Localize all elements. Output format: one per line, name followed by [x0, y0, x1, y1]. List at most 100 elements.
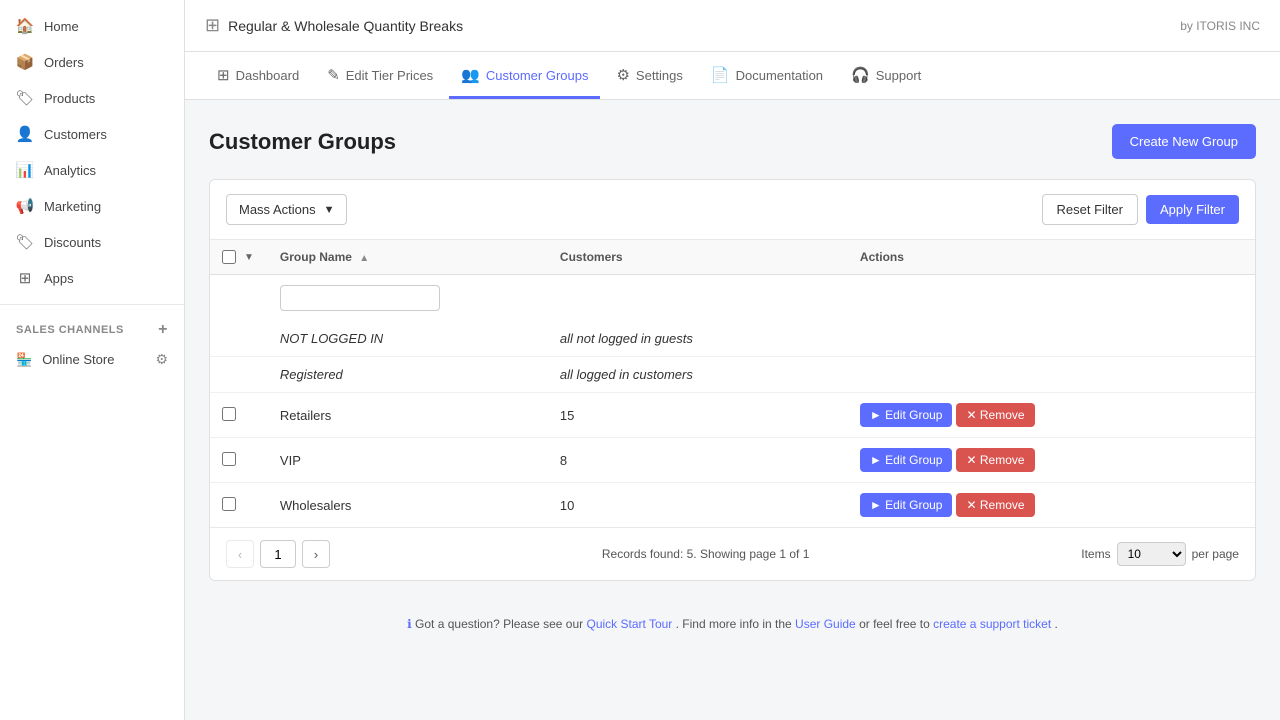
settings-tab-icon: ⚙: [616, 66, 629, 84]
sidebar-divider: [0, 304, 184, 305]
th-actions: Actions: [848, 240, 1255, 275]
tab-support[interactable]: 🎧 Support: [839, 52, 933, 99]
online-store-left: 🏪 Online Store: [16, 352, 114, 368]
pagination-bar: ‹ › Records found: 5. Showing page 1 of …: [210, 527, 1255, 580]
remove-group-button[interactable]: ✕ Remove: [956, 403, 1034, 427]
filter-row-actions-cell: [848, 275, 1255, 322]
sidebar: 🏠 Home 📦 Orders 🏷 Products 👤 Customers 📊…: [0, 0, 185, 720]
row-actions-cell: ► Edit Group✕ Remove: [848, 393, 1255, 438]
select-all-checkbox[interactable]: [222, 250, 236, 264]
online-store-gear-icon[interactable]: ⚙: [155, 351, 168, 368]
edit-group-button[interactable]: ► Edit Group: [860, 403, 953, 427]
customers-icon: 👤: [16, 125, 34, 143]
per-page-label: per page: [1192, 547, 1239, 561]
tab-dashboard[interactable]: ⊞ Dashboard: [205, 52, 311, 99]
pagination-prev-button[interactable]: ‹: [226, 540, 254, 568]
select-all-dropdown-icon[interactable]: ▼: [242, 252, 256, 263]
table-filter-row: [210, 275, 1255, 322]
row-group-name: VIP: [268, 438, 548, 483]
filter-row-checkbox-cell: [210, 275, 268, 322]
remove-group-button[interactable]: ✕ Remove: [956, 448, 1034, 472]
orders-icon: 📦: [16, 53, 34, 71]
footer-user-guide-link[interactable]: User Guide: [795, 617, 856, 631]
sidebar-item-apps[interactable]: ⊞ Apps: [0, 260, 184, 296]
sales-channels-header: SALES CHANNELS +: [0, 313, 184, 343]
sidebar-item-customers[interactable]: 👤 Customers: [0, 116, 184, 152]
row-actions-cell: ► Edit Group✕ Remove: [848, 483, 1255, 528]
th-group-name[interactable]: Group Name ▲: [268, 240, 548, 275]
sidebar-item-label: Apps: [44, 271, 74, 286]
sidebar-item-label: Discounts: [44, 235, 101, 250]
items-label: Items: [1081, 547, 1110, 561]
online-store-label: Online Store: [42, 352, 114, 367]
tab-dashboard-label: Dashboard: [236, 68, 300, 83]
sidebar-item-home[interactable]: 🏠 Home: [0, 8, 184, 44]
row-customers: all logged in customers: [548, 357, 848, 393]
remove-group-button[interactable]: ✕ Remove: [956, 493, 1034, 517]
apps-icon: ⊞: [16, 269, 34, 287]
header-checkbox-wrap: ▼: [222, 250, 256, 264]
filter-row-group-name-cell: [268, 275, 548, 322]
per-page-select[interactable]: 102050100: [1117, 542, 1186, 566]
analytics-icon: 📊: [16, 161, 34, 179]
sidebar-item-discounts[interactable]: 🏷 Discounts: [0, 224, 184, 260]
tab-documentation[interactable]: 📄 Documentation: [699, 52, 835, 99]
mass-actions-chevron-icon: ▼: [324, 204, 335, 216]
sidebar-item-products[interactable]: 🏷 Products: [0, 80, 184, 116]
customer-groups-tab-icon: 👥: [461, 66, 480, 84]
sidebar-item-label: Home: [44, 19, 79, 34]
filter-bar: Mass Actions ▼ Reset Filter Apply Filter: [210, 180, 1255, 240]
sidebar-item-analytics[interactable]: 📊 Analytics: [0, 152, 184, 188]
tab-settings[interactable]: ⚙ Settings: [604, 52, 694, 99]
sales-channels-label: SALES CHANNELS: [16, 324, 124, 336]
row-checkbox[interactable]: [222, 452, 236, 466]
edit-group-button[interactable]: ► Edit Group: [860, 493, 953, 517]
filter-row-customers-cell: [548, 275, 848, 322]
products-icon: 🏷: [16, 89, 34, 107]
app-logo-icon: ⊞: [205, 15, 220, 36]
mass-actions-button[interactable]: Mass Actions ▼: [226, 194, 347, 225]
reset-filter-button[interactable]: Reset Filter: [1042, 194, 1138, 225]
table-row: NOT LOGGED INall not logged in guests: [210, 321, 1255, 357]
mass-actions-label: Mass Actions: [239, 202, 316, 217]
edit-group-button[interactable]: ► Edit Group: [860, 448, 953, 472]
customer-groups-table: ▼ Group Name ▲ Customers Actions: [210, 240, 1255, 527]
documentation-tab-icon: 📄: [711, 66, 730, 84]
pagination-records-text: Records found: 5. Showing page 1 of 1: [602, 547, 809, 561]
footer-text-before-link3: or feel free to: [859, 617, 933, 631]
table-header-row: ▼ Group Name ▲ Customers Actions: [210, 240, 1255, 275]
page-number-input[interactable]: [260, 540, 296, 568]
sidebar-item-online-store[interactable]: 🏪 Online Store ⚙: [0, 343, 184, 376]
sidebar-item-marketing[interactable]: 📢 Marketing: [0, 188, 184, 224]
row-checkbox-cell: [210, 357, 268, 393]
pagination-right: Items 102050100 per page: [1081, 542, 1239, 566]
topbar-left: ⊞ Regular & Wholesale Quantity Breaks: [205, 15, 463, 36]
row-checkbox[interactable]: [222, 407, 236, 421]
th-checkbox: ▼: [210, 240, 268, 275]
group-name-search-input[interactable]: [280, 285, 440, 311]
sidebar-item-label: Analytics: [44, 163, 96, 178]
create-new-group-button[interactable]: Create New Group: [1112, 124, 1256, 159]
row-checkbox-cell: [210, 438, 268, 483]
th-customers: Customers: [548, 240, 848, 275]
apply-filter-button[interactable]: Apply Filter: [1146, 195, 1239, 224]
footer-quick-start-link[interactable]: Quick Start Tour: [586, 617, 672, 631]
group-name-sort-icon: ▲: [359, 253, 369, 264]
tab-edit-tier-prices[interactable]: ✎ Edit Tier Prices: [315, 52, 445, 99]
sidebar-item-orders[interactable]: 📦 Orders: [0, 44, 184, 80]
table-row: VIP8► Edit Group✕ Remove: [210, 438, 1255, 483]
row-checkbox-cell: [210, 321, 268, 357]
th-actions-label: Actions: [860, 250, 904, 264]
home-icon: 🏠: [16, 17, 34, 35]
add-sales-channel-icon[interactable]: +: [158, 321, 168, 339]
tab-settings-label: Settings: [636, 68, 683, 83]
footer-text-end: .: [1055, 617, 1058, 631]
footer: ℹ Got a question? Please see our Quick S…: [209, 601, 1256, 647]
sidebar-item-label: Products: [44, 91, 95, 106]
table-row: Wholesalers10► Edit Group✕ Remove: [210, 483, 1255, 528]
filter-left: Mass Actions ▼: [226, 194, 347, 225]
tab-customer-groups[interactable]: 👥 Customer Groups: [449, 52, 600, 99]
pagination-next-button[interactable]: ›: [302, 540, 330, 568]
row-checkbox[interactable]: [222, 497, 236, 511]
footer-support-ticket-link[interactable]: create a support ticket: [933, 617, 1051, 631]
